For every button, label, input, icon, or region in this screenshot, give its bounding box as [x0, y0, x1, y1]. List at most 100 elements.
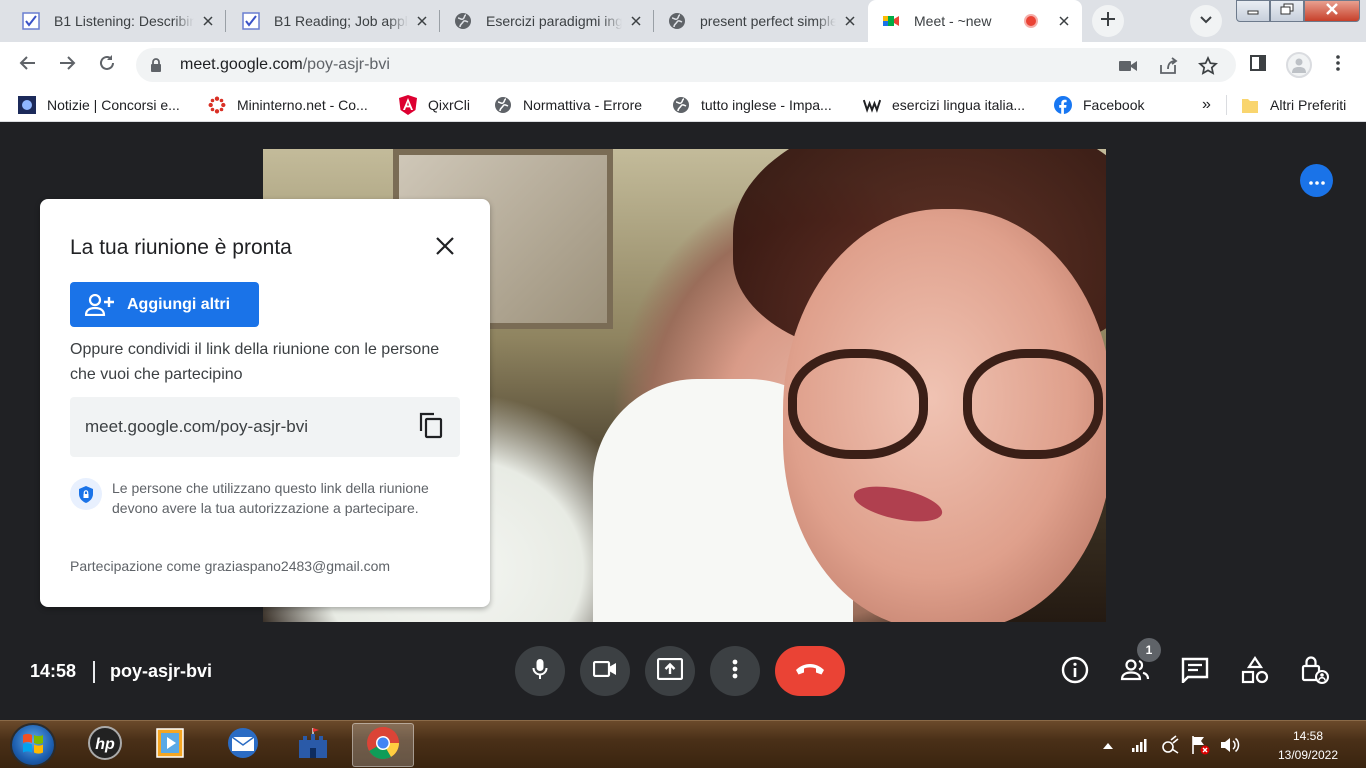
kebab-menu-icon — [1336, 54, 1340, 76]
taskbar-hp-app[interactable]: hp — [74, 723, 136, 767]
tab-present-perfect[interactable]: present perfect simple — [654, 0, 868, 42]
copy-icon — [417, 411, 443, 444]
system-clock[interactable]: 14:58 13/09/2022 — [1258, 727, 1358, 765]
side-panel-icon — [1249, 54, 1267, 77]
reload-button[interactable] — [91, 49, 123, 81]
bookmark-label: Mininterno.net - Co... — [237, 97, 368, 113]
satellite-icon[interactable] — [1160, 735, 1180, 755]
tab-title: B1 Listening: Describing — [54, 13, 194, 29]
meeting-code: poy-asjr-bvi — [110, 661, 213, 681]
close-icon[interactable] — [200, 13, 216, 29]
taskbar-media-app[interactable] — [140, 723, 202, 767]
minimize-icon — [1247, 2, 1259, 20]
bookmark-mininterno[interactable]: Mininterno.net - Co... — [208, 94, 368, 116]
close-icon[interactable] — [628, 13, 644, 29]
add-others-label: Aggiungi altri — [127, 295, 231, 313]
camera-indicator-icon[interactable] — [1118, 56, 1138, 76]
meeting-link-box: meet.google.com/poy-asjr-bvi — [70, 397, 460, 457]
bookmark-label: Altri Preferiti — [1270, 97, 1347, 113]
meet-stage: La tua riunione è pronta Aggiungi altri … — [0, 122, 1366, 720]
bookmark-label: Facebook — [1083, 97, 1145, 113]
bookmark-esercizi-lingua[interactable]: esercizi lingua italia... — [863, 94, 1025, 116]
bookmark-qixrcli[interactable]: QixrCli — [399, 94, 470, 116]
add-others-button[interactable]: Aggiungi altri — [70, 282, 259, 327]
lock-icon[interactable] — [150, 57, 166, 73]
volume-icon[interactable] — [1220, 735, 1240, 755]
tab-b1-listening[interactable]: B1 Listening: Describing — [0, 0, 226, 42]
tab-esercizi-paradigmi[interactable]: Esercizi paradigmi inglese — [440, 0, 654, 42]
chat-button[interactable] — [1179, 656, 1211, 688]
checkbox-favicon — [242, 12, 260, 30]
back-button[interactable] — [12, 49, 44, 81]
checkbox-favicon — [22, 12, 40, 30]
bookmarks-bar: Notizie | Concorsi e... Mininterno.net -… — [0, 88, 1366, 122]
side-panel-button[interactable] — [1242, 49, 1274, 81]
copy-link-button[interactable] — [416, 412, 444, 442]
bookmark-notizie[interactable]: Notizie | Concorsi e... — [18, 94, 180, 116]
meeting-link-text[interactable]: meet.google.com/poy-asjr-bvi — [85, 417, 308, 437]
arrow-right-icon — [58, 54, 76, 77]
castle-icon — [295, 726, 331, 765]
meeting-time: 14:58 — [30, 661, 77, 681]
url-text: meet.google.com/poy-asjr-bvi — [180, 56, 390, 74]
close-icon[interactable] — [1056, 13, 1072, 29]
svg-text:hp: hp — [95, 736, 115, 753]
url-path: /poy-asjr-bvi — [302, 56, 390, 73]
tile-options-button[interactable] — [1300, 164, 1333, 197]
close-icon[interactable] — [842, 13, 858, 29]
tab-search-button[interactable] — [1190, 5, 1222, 37]
more-options-button[interactable] — [710, 646, 760, 696]
host-controls-button[interactable] — [1299, 655, 1331, 688]
tab-title: Esercizi paradigmi inglese — [486, 13, 622, 29]
taskbar-chrome-app[interactable] — [352, 723, 414, 767]
window-close-button[interactable] — [1304, 0, 1360, 22]
tab-strip: B1 Listening: Describing B1 Reading; Job… — [0, 0, 1366, 42]
chat-icon — [1181, 657, 1209, 688]
present-screen-button[interactable] — [645, 646, 695, 696]
profile-button[interactable] — [1283, 49, 1315, 81]
start-button[interactable] — [10, 723, 56, 767]
tab-b1-reading[interactable]: B1 Reading; Job applications — [226, 0, 440, 42]
microphone-button[interactable] — [515, 646, 565, 696]
windows-taskbar: hp 14:58 13/09/2022 — [0, 720, 1366, 768]
restore-button[interactable] — [1270, 0, 1304, 22]
globe-icon — [494, 96, 512, 114]
person-add-icon — [85, 293, 115, 317]
minimize-button[interactable] — [1236, 0, 1270, 22]
tab-title: present perfect simple — [700, 13, 836, 29]
taskbar-castle-app[interactable] — [282, 723, 344, 767]
bookmark-facebook[interactable]: Facebook — [1054, 94, 1144, 116]
new-tab-button[interactable] — [1092, 5, 1124, 37]
bookmark-star-icon[interactable] — [1198, 56, 1218, 76]
news-icon — [18, 96, 36, 114]
dialog-close-button[interactable] — [433, 236, 457, 260]
meeting-details-button[interactable] — [1059, 656, 1091, 688]
close-icon — [436, 236, 454, 260]
security-shield-icon — [70, 478, 102, 510]
windows-logo-icon — [22, 732, 44, 759]
browser-menu-button[interactable] — [1322, 49, 1354, 81]
forward-button[interactable] — [51, 49, 83, 81]
leave-call-button[interactable] — [775, 646, 845, 696]
bookmark-altri-preferiti[interactable]: Altri Preferiti — [1241, 94, 1346, 116]
taskbar-mail-app[interactable] — [212, 723, 274, 767]
share-icon[interactable] — [1158, 56, 1178, 76]
camera-button[interactable] — [580, 646, 630, 696]
meeting-info-divider — [93, 661, 95, 683]
w-icon — [863, 96, 881, 114]
bookmark-label: Notizie | Concorsi e... — [47, 97, 180, 113]
video-glasses-left — [788, 349, 928, 459]
bookmark-normattiva[interactable]: Normattiva - Errore — [494, 94, 642, 116]
show-hidden-icons-button[interactable] — [1098, 735, 1118, 755]
tab-meet-active[interactable]: Meet - ~new — [868, 0, 1082, 42]
address-bar[interactable]: meet.google.com/poy-asjr-bvi — [136, 48, 1236, 82]
activities-button[interactable] — [1239, 655, 1271, 688]
bookmarks-overflow-button[interactable]: » — [1202, 94, 1211, 116]
chrome-icon — [365, 725, 401, 766]
hang-up-icon — [795, 662, 825, 681]
close-icon[interactable] — [414, 13, 430, 29]
bookmark-tutto-inglese[interactable]: tutto inglese - Impa... — [672, 94, 832, 116]
dialog-title: La tua riunione è pronta — [70, 236, 292, 259]
network-signal-icon[interactable] — [1130, 735, 1150, 755]
action-center-flag-icon[interactable] — [1190, 735, 1210, 755]
